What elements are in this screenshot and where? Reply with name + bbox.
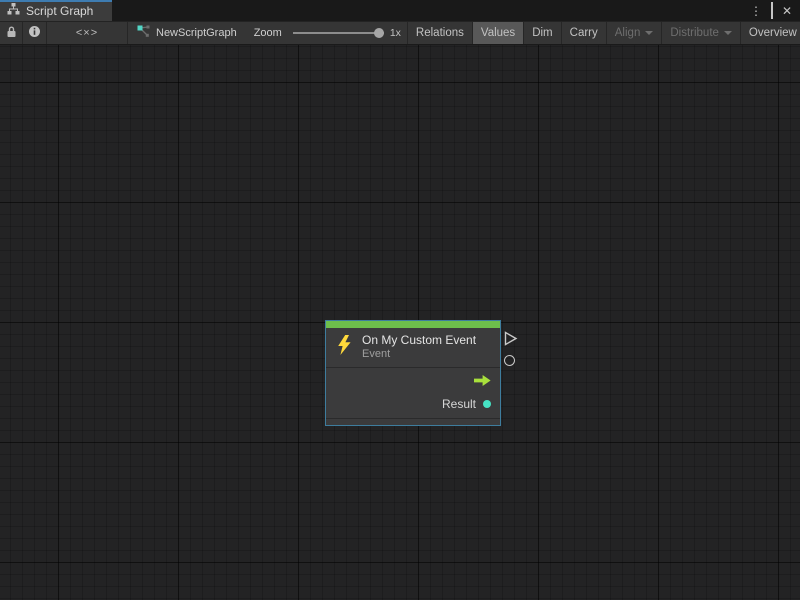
active-tab-accent-line [0, 0, 112, 2]
zoom-control: Zoom 1x [254, 22, 407, 44]
window-controls: ⋮ ✕ [750, 0, 800, 21]
node-subtitle: Event [362, 348, 476, 361]
node-ports: Result [326, 367, 500, 418]
graph-canvas[interactable]: On My Custom Event Event Result [0, 45, 800, 600]
script-graph-icon [7, 2, 20, 20]
lock-button[interactable] [0, 22, 23, 44]
zoom-value: 1x [390, 27, 401, 39]
carry-button[interactable]: Carry [561, 22, 606, 44]
close-icon[interactable]: ✕ [782, 5, 792, 17]
view-options-group: Relations Values Dim Carry Align Distrib… [407, 22, 800, 44]
node-color-bar [326, 321, 500, 328]
code-view-button[interactable]: <×> [47, 22, 128, 44]
distribute-label: Distribute [670, 27, 719, 39]
chevron-down-icon [645, 31, 653, 35]
event-node[interactable]: On My Custom Event Event Result [325, 320, 501, 426]
info-icon [28, 25, 41, 41]
lightning-bolt-icon [337, 335, 352, 360]
control-flow-arrow-icon [474, 373, 491, 391]
zoom-slider-handle[interactable] [374, 28, 384, 38]
node-title: On My Custom Event [362, 333, 476, 347]
distribute-dropdown-button[interactable]: Distribute [661, 22, 740, 44]
script-graph-window: Script Graph ⋮ ✕ [0, 0, 800, 600]
value-output-connector[interactable] [504, 355, 515, 366]
value-port-dot[interactable] [483, 400, 491, 408]
graph-reference[interactable]: NewScriptGraph [137, 22, 237, 44]
value-output-port-row: Result [335, 393, 491, 415]
menu-icon[interactable]: ⋮ [750, 5, 762, 17]
node-footer [326, 418, 500, 425]
values-button[interactable]: Values [472, 22, 523, 44]
control-output-connector[interactable] [504, 331, 518, 351]
zoom-slider[interactable] [293, 27, 384, 39]
maximize-icon[interactable] [771, 5, 773, 17]
graph-asset-icon [137, 24, 150, 42]
tab-title: Script Graph [26, 3, 93, 18]
relations-button[interactable]: Relations [407, 22, 472, 44]
dim-button[interactable]: Dim [523, 22, 560, 44]
graph-name: NewScriptGraph [156, 27, 237, 39]
inspect-button[interactable] [23, 22, 47, 44]
zoom-slider-track [293, 32, 384, 34]
port-label-result: Result [442, 397, 476, 411]
node-header[interactable]: On My Custom Event Event [326, 328, 500, 367]
chevron-down-icon [724, 31, 732, 35]
control-output-port-row [335, 371, 491, 393]
code-toggle-icon: <×> [76, 27, 98, 39]
lock-icon [6, 26, 17, 41]
align-label: Align [615, 27, 641, 39]
overview-button[interactable]: Overview [740, 22, 800, 44]
tab-script-graph[interactable]: Script Graph [0, 0, 112, 21]
zoom-label: Zoom [254, 27, 282, 39]
align-dropdown-button[interactable]: Align [606, 22, 662, 44]
graph-toolbar: <×> NewScriptGraph Zoom 1x Relation [0, 21, 800, 45]
tab-bar: Script Graph ⋮ ✕ [0, 0, 800, 21]
